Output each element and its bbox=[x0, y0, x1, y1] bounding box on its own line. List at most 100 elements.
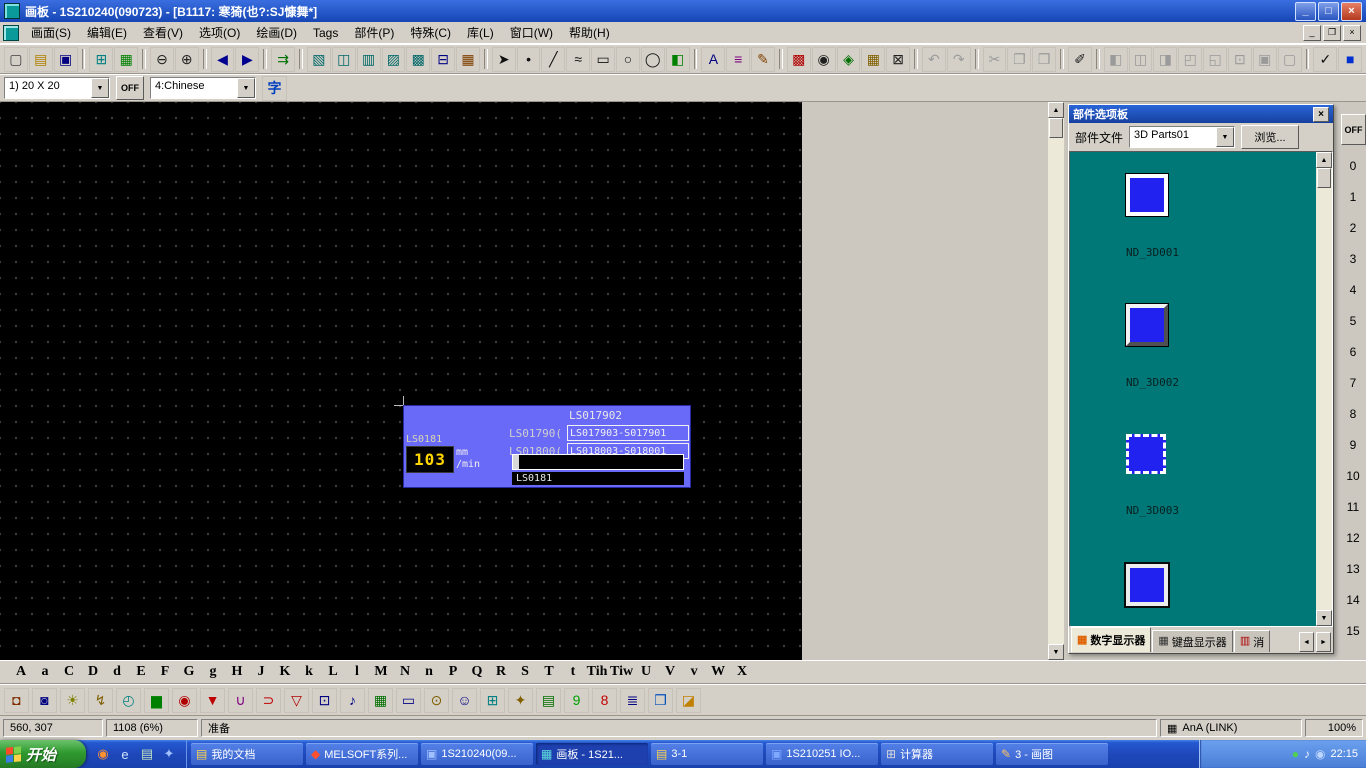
grid-part-icon[interactable]: ⊞ bbox=[480, 688, 505, 713]
start-button[interactable]: 开始 bbox=[0, 740, 86, 768]
ie-icon[interactable]: e bbox=[116, 745, 134, 763]
state-number-button[interactable]: 11 bbox=[1340, 491, 1366, 522]
task-1s210251[interactable]: ▣ 1S210251 IO... bbox=[766, 743, 878, 765]
align-left-icon[interactable]: ◧ bbox=[1104, 47, 1128, 72]
state-number-button[interactable]: 7 bbox=[1340, 367, 1366, 398]
tab-message-display[interactable]: ▥ 消 bbox=[1234, 630, 1270, 652]
snap-grid-icon[interactable]: ■ bbox=[1338, 47, 1362, 72]
onoff-preview-button[interactable]: OFF bbox=[116, 76, 144, 100]
mdi-minimize-button[interactable]: _ bbox=[1303, 25, 1321, 41]
state-number-button[interactable]: 4 bbox=[1340, 274, 1366, 305]
switch-part-icon[interactable]: ◘ bbox=[4, 688, 29, 713]
screen-preview-icon[interactable]: ▦ bbox=[114, 47, 138, 72]
state-letter-button[interactable]: k bbox=[298, 663, 320, 682]
state-letter-button[interactable]: t bbox=[562, 663, 584, 682]
palette-part-2[interactable]: ND_3D002 bbox=[1070, 304, 1316, 434]
volume-tray-icon[interactable]: ♪ bbox=[1304, 748, 1310, 760]
scroll-down-icon[interactable]: ▼ bbox=[1316, 610, 1332, 626]
state-number-button[interactable]: 6 bbox=[1340, 336, 1366, 367]
pen-icon[interactable]: ✎ bbox=[751, 47, 775, 72]
new-screen-icon[interactable]: ▢ bbox=[4, 47, 28, 72]
same-size-icon[interactable]: ⊡ bbox=[1228, 47, 1252, 72]
state-number-button[interactable]: 13 bbox=[1340, 553, 1366, 584]
dimension-icon[interactable]: ≡ bbox=[726, 47, 750, 72]
scroll-up-icon[interactable]: ▲ bbox=[1316, 152, 1332, 168]
ungroup-icon[interactable]: ▢ bbox=[1278, 47, 1302, 72]
task-paint[interactable]: ✎ 3 - 画图 bbox=[996, 743, 1108, 765]
zoom-out-icon[interactable]: ⊖ bbox=[150, 47, 174, 72]
state-number-button[interactable]: 9 bbox=[1340, 429, 1366, 460]
tabs-scroll-right-button[interactable]: ► bbox=[1316, 632, 1331, 652]
window-screen-list-icon[interactable]: ◫ bbox=[332, 47, 356, 72]
chevron-down-icon[interactable]: ▼ bbox=[1216, 127, 1234, 147]
align-right-icon[interactable]: ◨ bbox=[1153, 47, 1177, 72]
ime-tray-icon[interactable]: ◉ bbox=[1315, 748, 1325, 760]
toggle-part-icon[interactable]: ◪ bbox=[676, 688, 701, 713]
screen-canvas[interactable]: LS017902 LS01790( LS017903-S017901 LS018… bbox=[0, 102, 802, 660]
menu-item[interactable]: 库(L) bbox=[459, 22, 502, 43]
paste-icon[interactable]: ❒ bbox=[1032, 47, 1056, 72]
numeric-display-part-icon[interactable]: 9 bbox=[564, 688, 589, 713]
state-letter-button[interactable]: R bbox=[490, 663, 512, 682]
state-letter-button[interactable]: K bbox=[274, 663, 296, 682]
task-folder-3-1[interactable]: ▤ 3-1 bbox=[651, 743, 763, 765]
charset-icon[interactable]: 字 bbox=[262, 76, 287, 101]
state-letter-button[interactable]: T bbox=[538, 663, 560, 682]
state-number-button[interactable]: 15 bbox=[1340, 615, 1366, 646]
palette-part-1[interactable]: ND_3D001 bbox=[1070, 174, 1316, 304]
menu-item[interactable]: 编辑(E) bbox=[79, 22, 135, 43]
close-button[interactable]: × bbox=[1341, 2, 1362, 21]
state-letter-button[interactable]: A bbox=[10, 663, 32, 682]
screen-jump-icon[interactable]: ⇉ bbox=[271, 47, 295, 72]
menu-item[interactable]: Tags bbox=[305, 24, 346, 42]
polyline-icon[interactable]: ≈ bbox=[566, 47, 590, 72]
tab-numeric-display[interactable]: ▦ 数字显示器 bbox=[1071, 627, 1151, 652]
language-select[interactable]: 4:Chinese ▼ bbox=[150, 77, 256, 99]
chevron-down-icon[interactable]: ▼ bbox=[237, 78, 255, 98]
minimize-button[interactable]: _ bbox=[1295, 2, 1316, 21]
state-letter-button[interactable]: P bbox=[442, 663, 464, 682]
menu-item[interactable]: 画面(S) bbox=[23, 22, 79, 43]
menu-item[interactable]: 帮助(H) bbox=[561, 22, 618, 43]
key-part-icon[interactable]: ✦ bbox=[508, 688, 533, 713]
menu-item[interactable]: 部件(P) bbox=[346, 22, 402, 43]
brush-style-icon[interactable]: ✐ bbox=[1068, 47, 1092, 72]
group-icon[interactable]: ▣ bbox=[1253, 47, 1277, 72]
text-icon[interactable]: A bbox=[701, 47, 725, 72]
funnel-part-icon[interactable]: ▽ bbox=[284, 688, 309, 713]
select-cursor-icon[interactable]: ➤ bbox=[492, 47, 516, 72]
state-letter-button[interactable]: N bbox=[394, 663, 416, 682]
menu-item[interactable]: 窗口(W) bbox=[502, 22, 561, 43]
state-number-button[interactable]: 3 bbox=[1340, 243, 1366, 274]
task-calculator[interactable]: ⊞ 计算器 bbox=[881, 743, 993, 765]
state-number-button[interactable]: 2 bbox=[1340, 212, 1366, 243]
state-letter-button[interactable]: S bbox=[514, 663, 536, 682]
state-letter-button[interactable]: d bbox=[106, 663, 128, 682]
menu-item[interactable]: 选项(O) bbox=[191, 22, 248, 43]
redo-icon[interactable]: ↷ bbox=[947, 47, 971, 72]
state-number-button[interactable]: 0 bbox=[1340, 150, 1366, 181]
comment-list-icon[interactable]: ▩ bbox=[406, 47, 430, 72]
plc-part-icon[interactable]: ▦ bbox=[368, 688, 393, 713]
media-player-icon[interactable]: ◉ bbox=[94, 745, 112, 763]
undo-icon[interactable]: ↶ bbox=[922, 47, 946, 72]
state-letter-button[interactable]: v bbox=[683, 663, 705, 682]
graph-part-icon[interactable]: ▆ bbox=[144, 688, 169, 713]
task-1s210240[interactable]: ▣ 1S210240(09... bbox=[421, 743, 533, 765]
hmi-panel-object[interactable]: LS017902 LS01790( LS017903-S017901 LS018… bbox=[403, 405, 691, 488]
state-number-button[interactable]: 5 bbox=[1340, 305, 1366, 336]
ellipse-icon[interactable]: ◯ bbox=[641, 47, 665, 72]
screen-copy-icon[interactable]: ⊞ bbox=[89, 47, 113, 72]
palette-part-3[interactable]: ND_3D003 bbox=[1070, 434, 1316, 564]
hmi-numeric-display[interactable]: 103 bbox=[406, 446, 454, 473]
user-part-icon[interactable]: ☺ bbox=[452, 688, 477, 713]
meter-part-icon[interactable]: ◴ bbox=[116, 688, 141, 713]
state-letter-button[interactable]: H bbox=[226, 663, 248, 682]
state-number-button[interactable]: 12 bbox=[1340, 522, 1366, 553]
parts-editor-icon[interactable]: ⊟ bbox=[431, 47, 455, 72]
state-number-button[interactable]: 10 bbox=[1340, 460, 1366, 491]
chevron-down-icon[interactable]: ▼ bbox=[91, 78, 109, 98]
state-number-button[interactable]: 14 bbox=[1340, 584, 1366, 615]
lamp-part-icon[interactable]: ◙ bbox=[32, 688, 57, 713]
state-letter-button[interactable]: W bbox=[707, 663, 729, 682]
